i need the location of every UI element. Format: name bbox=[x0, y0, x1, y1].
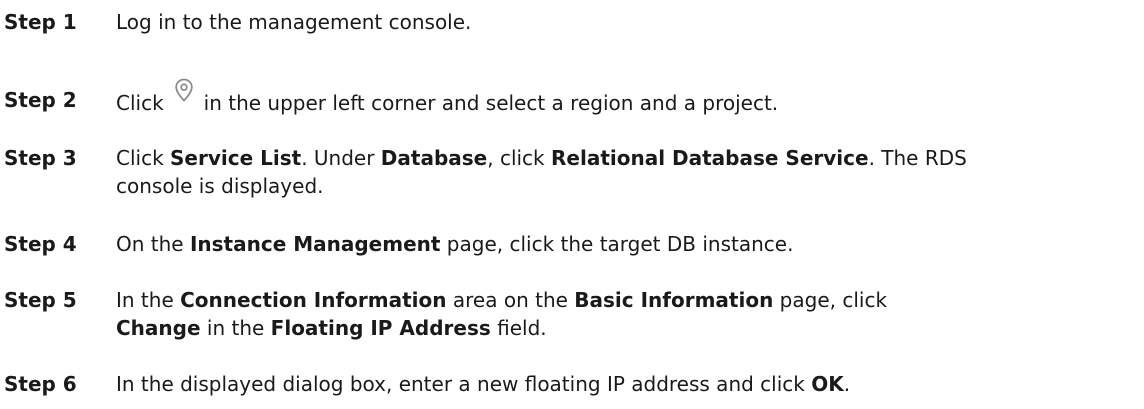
ui-term: Relational Database Service bbox=[551, 146, 869, 170]
ui-term: Instance Management bbox=[189, 232, 441, 256]
step-text: Click in the upper left corner and select… bbox=[116, 78, 1144, 115]
step-label: Step 1 bbox=[4, 10, 77, 34]
step-label: Step 2 bbox=[4, 88, 77, 112]
step-text: In the Connection Information area on th… bbox=[116, 288, 888, 340]
ui-term: OK bbox=[811, 372, 844, 396]
ui-term: Change bbox=[116, 316, 201, 340]
ui-term: Connection Information bbox=[180, 288, 447, 312]
step-text: In the displayed dialog box, enter a new… bbox=[116, 372, 851, 396]
location-pin-icon bbox=[170, 76, 198, 104]
ui-term: Service List bbox=[170, 146, 302, 170]
ui-term: Database bbox=[380, 146, 488, 170]
step-text: Log in to the management console. bbox=[116, 10, 472, 34]
ui-term: Floating IP Address bbox=[270, 316, 491, 340]
step-text: Click Service List. Under Database, clic… bbox=[116, 146, 967, 198]
step-label: Step 6 bbox=[4, 372, 77, 396]
step-label: Step 4 bbox=[4, 232, 77, 256]
step-label: Step 5 bbox=[4, 288, 77, 312]
step-text: On the Instance Management page, click t… bbox=[116, 232, 794, 256]
procedure-steps: Step 1 Log in to the management console.… bbox=[0, 0, 1144, 409]
step-label: Step 3 bbox=[4, 146, 77, 170]
ui-term: Basic Information bbox=[574, 288, 774, 312]
